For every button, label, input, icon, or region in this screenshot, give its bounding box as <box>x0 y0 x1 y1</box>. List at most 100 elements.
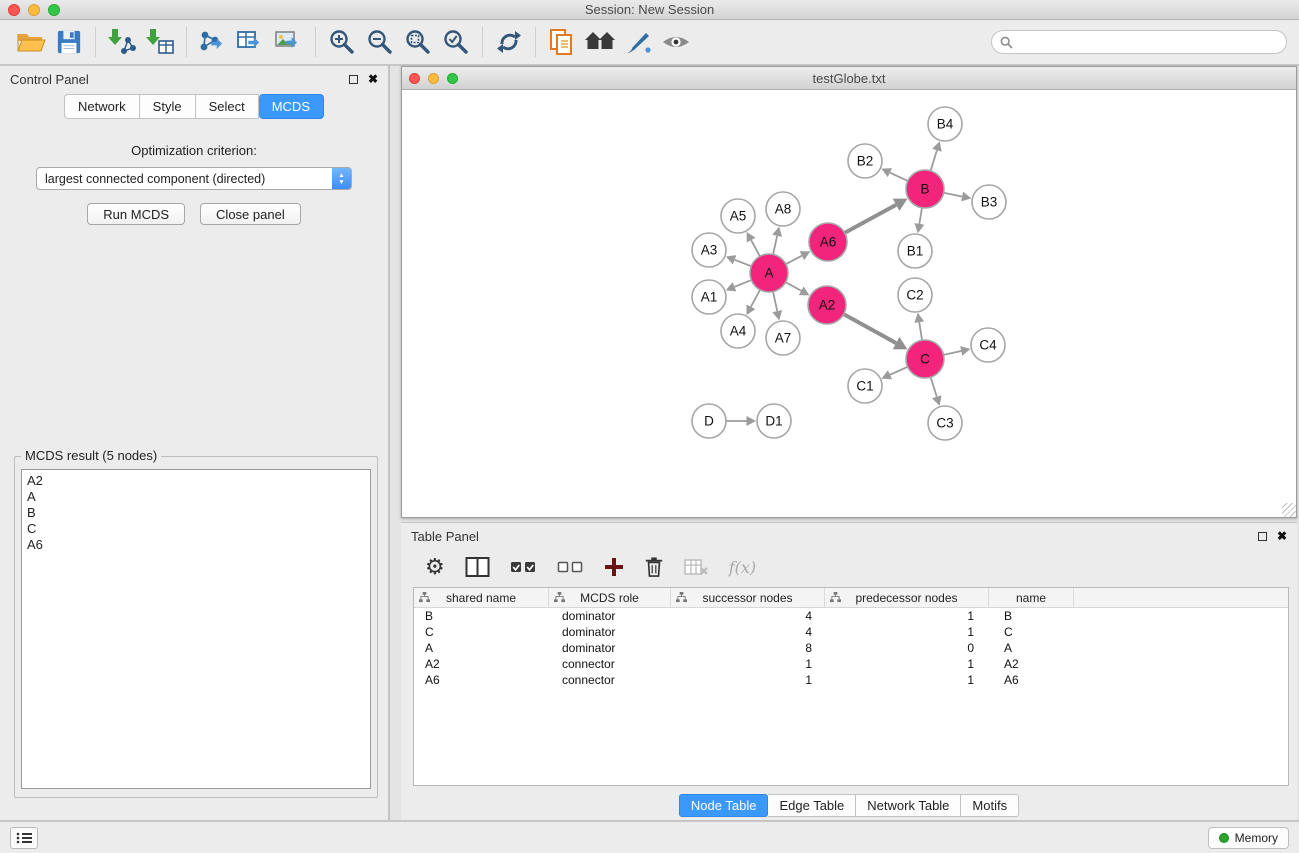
network-canvas[interactable]: B4B2BB3A5A8A6B1A3AC2A1A2A4A7C4CC1C3DD1 <box>402 90 1296 517</box>
edge-A-A6[interactable] <box>786 256 802 264</box>
column-header-mcds-role[interactable]: MCDS role <box>549 588 671 607</box>
table-settings-gear-icon[interactable]: ⚙ <box>425 553 445 581</box>
edge-A2-C[interactable] <box>844 314 896 343</box>
function-builder-icon[interactable]: f(x) <box>729 553 756 581</box>
edge-C-C3[interactable] <box>931 377 937 397</box>
show-column-icon[interactable] <box>465 553 490 581</box>
minimize-window-button[interactable] <box>28 4 40 16</box>
select-all-icon[interactable] <box>510 553 537 581</box>
edge-C-C1[interactable] <box>890 367 908 375</box>
zoom-fit-icon[interactable] <box>399 24 437 60</box>
duplicate-page-icon[interactable] <box>543 24 581 60</box>
node-A4[interactable]: A4 <box>721 314 755 348</box>
export-image-icon[interactable] <box>270 24 308 60</box>
criterion-dropdown[interactable]: largest connected component (directed) ▲… <box>36 167 352 190</box>
edge-B-B2[interactable] <box>890 173 908 181</box>
node-C4[interactable]: C4 <box>971 328 1005 362</box>
network-minimize-button[interactable] <box>428 73 439 84</box>
tab-mcds[interactable]: MCDS <box>259 94 324 119</box>
node-A[interactable]: A <box>750 254 788 292</box>
node-A6[interactable]: A6 <box>809 223 847 261</box>
node-B[interactable]: B <box>906 170 944 208</box>
network-graph[interactable]: B4B2BB3A5A8A6B1A3AC2A1A2A4A7C4CC1C3DD1 <box>402 90 1296 517</box>
add-column-icon[interactable] <box>604 553 624 581</box>
network-zoom-button[interactable] <box>447 73 458 84</box>
edge-A-A5[interactable] <box>751 240 760 256</box>
window-resize-grip[interactable] <box>1282 503 1296 517</box>
unselect-all-icon[interactable] <box>557 553 584 581</box>
tab-select[interactable]: Select <box>196 94 259 119</box>
edge-A-A7[interactable] <box>773 292 777 312</box>
node-C3[interactable]: C3 <box>928 406 962 440</box>
tab-style[interactable]: Style <box>140 94 196 119</box>
node-B2[interactable]: B2 <box>848 144 882 178</box>
refresh-icon[interactable] <box>490 24 528 60</box>
tab-network-table[interactable]: Network Table <box>856 794 961 817</box>
delete-table-icon[interactable] <box>684 553 709 581</box>
import-network-icon[interactable] <box>103 24 141 60</box>
edge-A-A4[interactable] <box>751 290 760 307</box>
edge-A-A2[interactable] <box>786 282 802 291</box>
table-row[interactable]: A6connector11A6 <box>414 672 1288 688</box>
show-details-eye-icon[interactable] <box>657 24 695 60</box>
zoom-in-icon[interactable] <box>323 24 361 60</box>
export-network-icon[interactable] <box>194 24 232 60</box>
node-B4[interactable]: B4 <box>928 107 962 141</box>
export-table-icon[interactable] <box>232 24 270 60</box>
mcds-result-list[interactable]: A2ABCA6 <box>21 469 371 789</box>
mcds-result-item[interactable]: A <box>27 489 365 505</box>
memory-button[interactable]: Memory <box>1208 827 1289 849</box>
import-table-icon[interactable] <box>141 24 179 60</box>
close-window-button[interactable] <box>8 4 20 16</box>
style-brush-icon[interactable] <box>619 24 657 60</box>
column-header-shared-name[interactable]: shared name <box>414 588 549 607</box>
search-box[interactable] <box>991 30 1287 54</box>
delete-column-icon[interactable] <box>644 553 664 581</box>
mcds-result-item[interactable]: B <box>27 505 365 521</box>
node-A2[interactable]: A2 <box>808 286 846 324</box>
node-A7[interactable]: A7 <box>766 321 800 355</box>
node-B3[interactable]: B3 <box>972 185 1006 219</box>
close-panel-icon[interactable]: ✖ <box>368 72 378 86</box>
close-panel-button[interactable]: Close panel <box>200 203 301 225</box>
node-D1[interactable]: D1 <box>757 404 791 438</box>
edge-C-C2[interactable] <box>919 322 922 340</box>
edge-B-B1[interactable] <box>919 208 922 224</box>
column-header-name[interactable]: name <box>989 588 1074 607</box>
tab-edge-table[interactable]: Edge Table <box>768 794 856 817</box>
node-D[interactable]: D <box>692 404 726 438</box>
zoom-out-icon[interactable] <box>361 24 399 60</box>
node-C2[interactable]: C2 <box>898 278 932 312</box>
open-session-icon[interactable] <box>12 24 50 60</box>
edge-C-C4[interactable] <box>944 351 962 355</box>
table-float-panel-icon[interactable] <box>1258 532 1267 541</box>
table-row[interactable]: A2connector11A2 <box>414 656 1288 672</box>
node-A8[interactable]: A8 <box>766 192 800 226</box>
tab-network[interactable]: Network <box>64 94 140 119</box>
home-icon[interactable] <box>581 24 619 60</box>
mcds-result-item[interactable]: C <box>27 521 365 537</box>
tab-motifs[interactable]: Motifs <box>961 794 1019 817</box>
edge-A-A3[interactable] <box>735 260 752 266</box>
edge-A6-B[interactable] <box>845 205 896 233</box>
mcds-result-item[interactable]: A6 <box>27 537 365 553</box>
task-history-button[interactable] <box>10 827 38 849</box>
save-session-icon[interactable] <box>50 24 88 60</box>
node-A1[interactable]: A1 <box>692 280 726 314</box>
edge-B-B3[interactable] <box>944 193 962 197</box>
run-mcds-button[interactable]: Run MCDS <box>87 203 185 225</box>
mcds-result-item[interactable]: A2 <box>27 473 365 489</box>
table-row[interactable]: Cdominator41C <box>414 624 1288 640</box>
table-close-panel-icon[interactable]: ✖ <box>1277 529 1287 543</box>
node-A5[interactable]: A5 <box>721 199 755 233</box>
tab-node-table[interactable]: Node Table <box>679 794 769 817</box>
zoom-window-button[interactable] <box>48 4 60 16</box>
edge-A-A1[interactable] <box>735 280 752 287</box>
edge-A-A8[interactable] <box>773 236 777 255</box>
node-A3[interactable]: A3 <box>692 233 726 267</box>
zoom-selected-icon[interactable] <box>437 24 475 60</box>
node-B1[interactable]: B1 <box>898 234 932 268</box>
table-row[interactable]: Bdominator41B <box>414 608 1288 624</box>
network-close-button[interactable] <box>409 73 420 84</box>
node-C1[interactable]: C1 <box>848 369 882 403</box>
